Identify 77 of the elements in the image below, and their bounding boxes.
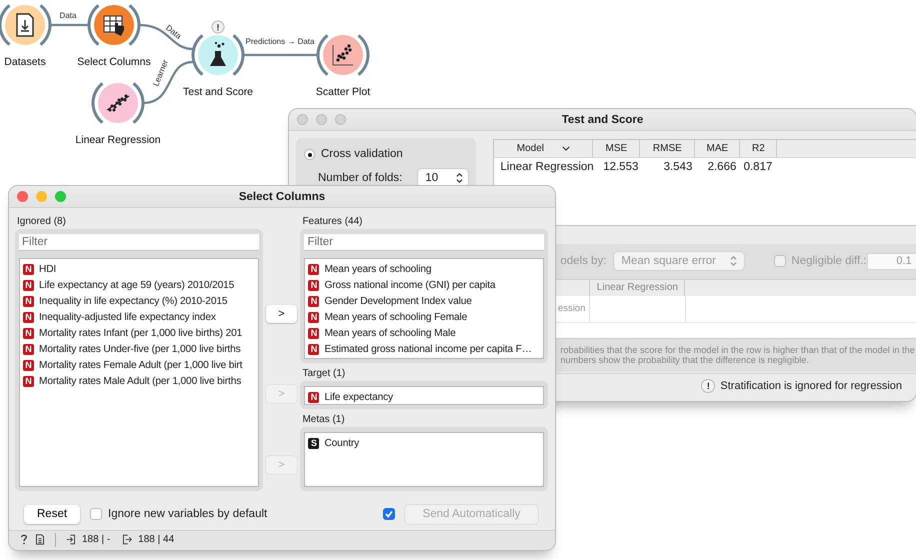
close-button[interactable]	[17, 191, 28, 202]
window-title: Select Columns	[238, 190, 326, 202]
table-cell-text: Linear Regression	[499, 161, 595, 173]
flask-icon	[210, 42, 226, 66]
list-item[interactable]: N Gender Development Index value	[308, 293, 540, 309]
checkbox-label: Negligible diff.:	[791, 255, 867, 267]
column-header[interactable]: R2	[740, 140, 778, 157]
table-icon	[104, 16, 124, 36]
node-label: Test and Score	[182, 86, 254, 98]
table-cell-text: 0.817	[742, 161, 774, 173]
folds-label: Number of folds:	[318, 172, 402, 184]
compare-label: odels by:	[560, 255, 606, 267]
input-icon	[66, 534, 76, 545]
regression-line-icon	[106, 94, 130, 112]
link-line	[138, 24, 194, 50]
list-item[interactable]: N Life expectancy at age 59 (years) 2010/2015	[23, 277, 255, 293]
chevron-down-icon	[562, 146, 570, 151]
checkbox-label: Ignore new variables by default	[108, 508, 268, 520]
window-title: Test and Score	[562, 114, 644, 126]
list-item[interactable]: N Mean years of schooling Female	[308, 309, 540, 325]
checkbox[interactable]	[90, 508, 102, 520]
list-item[interactable]: N Mortality rates Infant (per 1,000 live births) 201	[23, 325, 255, 341]
table-cell-text: 12.553	[602, 161, 640, 173]
node-label: Linear Regression	[75, 134, 161, 146]
up-down-icon	[730, 256, 738, 266]
list-item[interactable]: N Life expectancy	[308, 389, 540, 404]
widget-node[interactable]	[92, 82, 144, 124]
output-summary: 188 | 44	[138, 534, 174, 545]
section-label: Metas (1)	[301, 413, 346, 427]
link-label: Predictions → Data	[246, 37, 314, 46]
document-icon	[16, 13, 34, 37]
filter-field[interactable]: Filter	[19, 234, 259, 251]
list-item[interactable]: S Country	[308, 435, 540, 451]
note-text: numbers show the probability that the difference is negligible.	[560, 355, 810, 365]
link-line	[50, 24, 89, 26]
list-item[interactable]: N Mortality rates Under-five (per 1,000 live births	[23, 341, 255, 357]
list-item[interactable]: N Mortality rates Female Adult (per 1,000 live birt	[23, 357, 255, 373]
node-label: Datasets	[4, 56, 46, 68]
input-summary: 188 | -	[82, 534, 110, 545]
reset-button[interactable]: Reset	[24, 504, 80, 524]
radio-label: Cross validation	[321, 148, 403, 160]
node-label: Select Columns	[77, 56, 151, 68]
list-item[interactable]: N Inequality-adjusted life expectancy index	[23, 309, 255, 325]
radio-button[interactable]	[304, 148, 315, 160]
warning-badge: !	[212, 20, 224, 34]
widget-node[interactable]	[192, 34, 244, 76]
scatter-plot-icon	[332, 44, 354, 66]
output-icon	[122, 534, 132, 545]
note-text: robabilities that the score for the model in the row is higher than that of the model in the	[560, 345, 916, 355]
move-button[interactable]: >	[266, 305, 297, 323]
column-header[interactable]: MAE	[695, 140, 740, 157]
list-item[interactable]: N Estimated gross national income per capita F…	[308, 341, 540, 357]
widget-node[interactable]	[316, 34, 370, 76]
section-label: Features (44)	[301, 215, 364, 229]
list-item[interactable]: N HDI	[23, 261, 255, 277]
link-label: Data	[60, 11, 76, 20]
help-icon[interactable]	[19, 534, 29, 545]
column-header[interactable]: Model	[494, 140, 594, 157]
list-item[interactable]: N Mean years of schooling Male	[308, 325, 540, 341]
node-label: Scatter Plot	[316, 86, 370, 98]
list-item[interactable]: N Inequality in life expectancy (%) 2010-2015	[23, 293, 255, 309]
list-item[interactable]: N Mortality rates Male Adult (per 1,000 live births	[23, 373, 255, 389]
list-item[interactable]: N Gross national income (GNI) per capita	[308, 277, 540, 293]
section-label: Ignored (8)	[16, 215, 67, 229]
section-label: Target (1)	[301, 367, 346, 381]
list-item[interactable]: N Mean years of schooling	[308, 261, 540, 277]
table-cell-text: 2.666	[706, 161, 738, 173]
table-cell-text: 3.543	[662, 161, 694, 173]
warning-icon: !	[701, 379, 716, 393]
column-header[interactable]: MSE	[593, 140, 640, 157]
column-header[interactable]: RMSE	[640, 140, 696, 157]
column-header: Linear Regression	[590, 280, 686, 296]
filter-field[interactable]: Filter	[304, 234, 544, 251]
up-down-icon	[456, 173, 464, 183]
row-header: ession	[556, 302, 586, 316]
status-message: Stratification is ignored for regression	[720, 380, 902, 392]
document-icon[interactable]	[35, 534, 45, 545]
